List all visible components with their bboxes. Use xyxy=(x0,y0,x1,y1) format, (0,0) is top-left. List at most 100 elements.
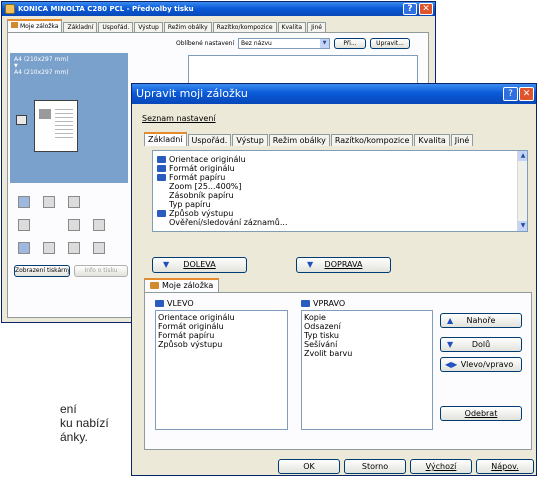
tab-basic[interactable]: Základní xyxy=(63,22,98,32)
arrow-down-icon: ▼ xyxy=(447,340,454,349)
tab-layout[interactable]: Uspořád. xyxy=(187,134,232,146)
list-item[interactable]: Formát originálu xyxy=(158,322,285,331)
printer-preferences-title: KONICA MINOLTA C280 PCL - Předvolby tisk… xyxy=(18,5,194,13)
page-image-icon xyxy=(39,109,51,119)
list-item[interactable]: Ověření/sledování záznamů... xyxy=(157,218,527,227)
close-icon[interactable]: ✕ xyxy=(419,3,433,15)
help-button[interactable]: Nápov. xyxy=(476,459,534,474)
edit-my-tab-dialog: Upravit moji záložku ? ✕ Seznam nastaven… xyxy=(131,83,537,476)
list-item[interactable]: Formát originálu xyxy=(157,164,527,173)
collate-icon xyxy=(18,196,30,208)
output-icon xyxy=(93,242,105,254)
edit-my-tab-title: Upravit moji záložku xyxy=(136,87,248,100)
column-right-icon xyxy=(301,300,310,307)
column-left-icon xyxy=(155,300,164,307)
finisher-icon xyxy=(68,242,80,254)
caption-line-1: ení xyxy=(60,402,77,416)
add-favorite-button[interactable]: Při... xyxy=(334,38,366,49)
paper-size-original: A4 (210x297 mm) xyxy=(14,56,69,63)
caption-text: ení ku nabízí ánky. xyxy=(60,402,109,444)
move-right-button[interactable]: ▼ DOPRAVA xyxy=(296,257,391,273)
settings-list-scrollbar[interactable]: ▲ ▼ xyxy=(517,151,527,231)
caption-line-2: ku nabízí xyxy=(60,416,109,430)
cancel-button[interactable]: Storno xyxy=(344,459,406,474)
move-left-button[interactable]: ▼ DOLEVA xyxy=(152,257,247,273)
settings-tabs: Základní Uspořád. Výstup Režim obálky Ra… xyxy=(144,132,474,146)
list-item[interactable]: Orientace originálu xyxy=(158,313,285,322)
tab-cover-mode[interactable]: Režim obálky xyxy=(268,134,330,146)
color-icon xyxy=(43,242,55,254)
staple-icon xyxy=(43,196,55,208)
tab-output[interactable]: Výstup xyxy=(232,134,268,146)
scroll-up-icon[interactable]: ▲ xyxy=(518,151,527,161)
print-info-button[interactable]: Info o tisku xyxy=(74,265,128,277)
my-tab-panel: VLEVO VPRAVO Orientace originálu Formát o… xyxy=(144,292,532,450)
punch-icon xyxy=(68,196,80,208)
tab-my-tab[interactable]: Moje záložka xyxy=(144,278,220,292)
tab-quality[interactable]: Kvalita xyxy=(414,134,450,146)
edit-my-tab-titlebar[interactable]: Upravit moji záložku ? ✕ xyxy=(132,84,536,104)
list-item[interactable]: Typ papíru xyxy=(157,200,527,209)
tab-output[interactable]: Výstup xyxy=(134,22,163,32)
remove-button[interactable]: Odebrat xyxy=(440,406,522,421)
list-item[interactable]: Formát papíru xyxy=(158,331,285,340)
tab-other[interactable]: Jiné xyxy=(450,134,474,146)
list-item[interactable]: Typ tisku xyxy=(304,331,430,340)
duplex-icon xyxy=(18,219,30,231)
default-button[interactable]: Výchozí xyxy=(410,459,472,474)
my-tab-icon xyxy=(11,22,18,28)
printer-app-icon xyxy=(5,4,15,14)
list-item[interactable]: Kopie xyxy=(304,313,430,322)
tray-icon xyxy=(18,242,30,254)
list-item[interactable]: Zásobník papíru xyxy=(157,191,527,200)
settings-list-label: Seznam nastavení xyxy=(142,114,216,123)
caption-line-3: ánky. xyxy=(60,430,88,444)
favorites-select[interactable]: Bez názvu ▼ xyxy=(238,38,330,49)
setting-icon xyxy=(157,165,166,172)
swap-left-right-button[interactable]: ◀▶ Vlevo/vpravo xyxy=(440,357,522,372)
tab-stamp[interactable]: Razítko/kompozice xyxy=(212,22,277,32)
page-lines-icon xyxy=(55,109,73,139)
list-item[interactable]: Způsob výstupu xyxy=(158,340,285,349)
favorites-label: Oblíbené nastavení xyxy=(176,40,235,47)
ok-button[interactable]: OK xyxy=(278,459,340,474)
move-down-button[interactable]: ▼ Dolů xyxy=(440,337,522,352)
tab-other[interactable]: Jiné xyxy=(307,22,326,32)
list-item[interactable]: Orientace originálu xyxy=(157,155,527,164)
left-items-list[interactable]: Orientace originálu Formát originálu Formá… xyxy=(155,310,288,430)
setting-icon xyxy=(157,210,166,217)
tab-basic[interactable]: Základní xyxy=(144,132,187,146)
swap-arrows-icon: ◀▶ xyxy=(445,360,458,369)
list-item[interactable]: Odsazení xyxy=(304,322,430,331)
right-items-list[interactable]: Kopie Odsazení Typ tisku Sešívání Zvolit bar… xyxy=(301,310,433,430)
printer-preferences-titlebar[interactable]: KONICA MINOLTA C280 PCL - Předvolby tisk… xyxy=(2,2,435,16)
move-up-button[interactable]: ▲ Nahoře xyxy=(440,313,522,328)
list-item[interactable]: Formát papíru xyxy=(157,173,527,182)
printer-tabs: Moje záložka Základní Uspořád. Výstup Re… xyxy=(7,19,327,32)
paper-size-output: A4 (210x297 mm) xyxy=(14,69,69,76)
arrow-down-icon: ▼ xyxy=(163,260,170,269)
printer-mini-icon xyxy=(16,115,27,125)
setting-icon xyxy=(157,156,166,163)
help-icon[interactable]: ? xyxy=(503,87,518,101)
list-item[interactable]: Zoom [25...400%] xyxy=(157,182,527,191)
help-icon[interactable]: ? xyxy=(403,3,417,15)
arrow-down-icon: ▼ xyxy=(307,260,314,269)
list-item[interactable]: Sešívání xyxy=(304,340,430,349)
tab-layout[interactable]: Uspořád. xyxy=(98,22,134,32)
settings-list[interactable]: ▲ ▼ Orientace originálu Formát originálu F… xyxy=(152,150,528,232)
tab-cover-mode[interactable]: Režim obálky xyxy=(163,22,212,32)
close-icon[interactable]: ✕ xyxy=(519,87,534,101)
scroll-down-icon[interactable]: ▼ xyxy=(518,221,527,231)
page-preview xyxy=(34,100,78,152)
chevron-down-icon: ▼ xyxy=(320,39,329,48)
tab-quality[interactable]: Kvalita xyxy=(277,22,307,32)
list-item[interactable]: Zvolit barvu xyxy=(304,349,430,358)
paper-preview-area: A4 (210x297 mm) ▼ A4 (210x297 mm) xyxy=(10,53,128,183)
edit-favorite-button[interactable]: Upravit... xyxy=(370,38,410,49)
tab-stamp[interactable]: Razítko/kompozice xyxy=(330,134,414,146)
tab-my-tab[interactable]: Moje záložka xyxy=(7,19,63,32)
show-printer-button[interactable]: Zobrazení tiskárny xyxy=(14,265,70,277)
list-item[interactable]: Způsob výstupu xyxy=(157,209,527,218)
booklet-icon xyxy=(68,219,80,231)
